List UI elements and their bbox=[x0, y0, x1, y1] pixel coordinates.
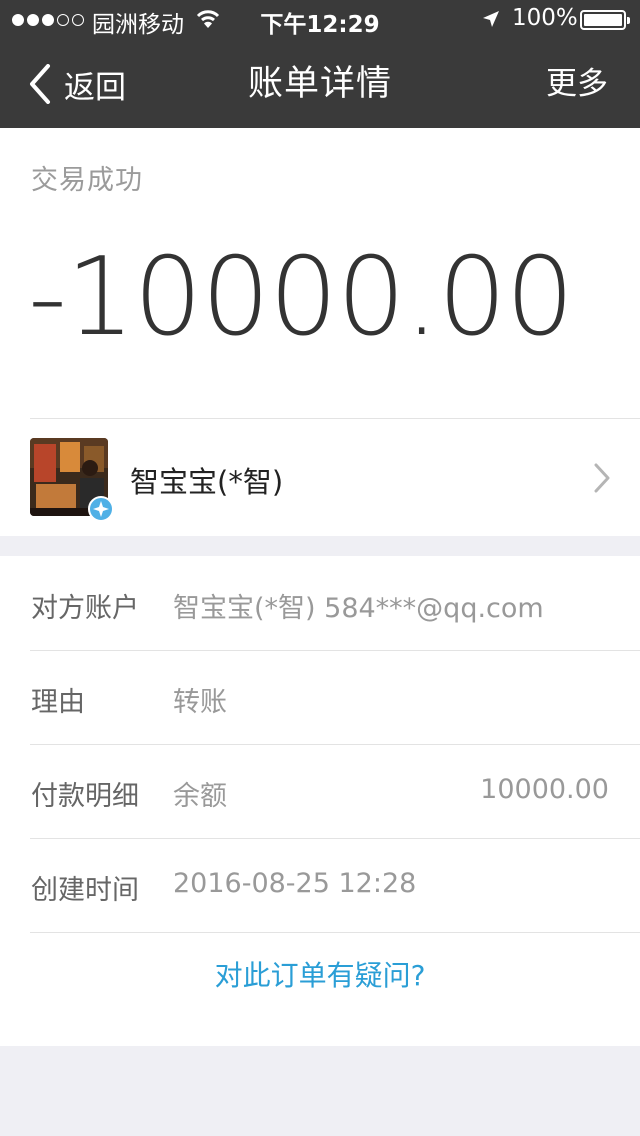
transaction-status: 交易成功 bbox=[31, 165, 143, 196]
transaction-amount: -10000.00 bbox=[28, 235, 574, 360]
location-arrow-icon bbox=[483, 11, 499, 27]
verified-badge-icon bbox=[88, 496, 114, 522]
battery-icon bbox=[580, 10, 630, 30]
detail-row-reason: 理由 转账 bbox=[0, 650, 640, 744]
counterparty-name: 智宝宝(*智) bbox=[130, 465, 284, 499]
detail-value: 转账 bbox=[173, 687, 227, 718]
detail-label: 创建时间 bbox=[31, 875, 139, 906]
detail-label: 理由 bbox=[31, 687, 85, 718]
detail-label: 付款明细 bbox=[31, 781, 139, 812]
detail-value: 智宝宝(*智) 584***@qq.com bbox=[173, 593, 544, 624]
battery-fill bbox=[584, 14, 622, 26]
detail-row-created-time: 创建时间 2016-08-25 12:28 bbox=[0, 838, 640, 932]
payment-method: 余额 bbox=[173, 781, 227, 812]
battery-nub bbox=[627, 17, 630, 24]
detail-row-payment: 付款明细 余额 10000.00 bbox=[0, 744, 640, 838]
divider bbox=[30, 932, 640, 933]
more-button[interactable]: 更多 bbox=[546, 60, 608, 108]
transaction-details: 对方账户 智宝宝(*智) 584***@qq.com 理由 转账 付款明细 余额… bbox=[0, 556, 640, 1046]
counterparty-row[interactable]: 智宝宝(*智) bbox=[0, 419, 640, 537]
transaction-summary: 交易成功 -10000.00 智宝宝(*智) bbox=[0, 128, 640, 536]
status-bar: 园洲移动 下午12:29 100% bbox=[0, 0, 640, 40]
payment-amount: 10000.00 bbox=[480, 774, 609, 805]
navigation-header: 园洲移动 下午12:29 100% 返回 账单详情 更多 bbox=[0, 0, 640, 128]
detail-row-counterparty-account: 对方账户 智宝宝(*智) 584***@qq.com bbox=[0, 556, 640, 650]
page-title: 账单详情 bbox=[247, 64, 392, 104]
chevron-right-icon bbox=[594, 463, 610, 493]
battery-percentage: 100% bbox=[512, 5, 578, 31]
detail-label: 对方账户 bbox=[31, 593, 139, 624]
detail-value: 2016-08-25 12:28 bbox=[173, 868, 417, 899]
order-question-link[interactable]: 对此订单有疑问? bbox=[0, 954, 640, 994]
